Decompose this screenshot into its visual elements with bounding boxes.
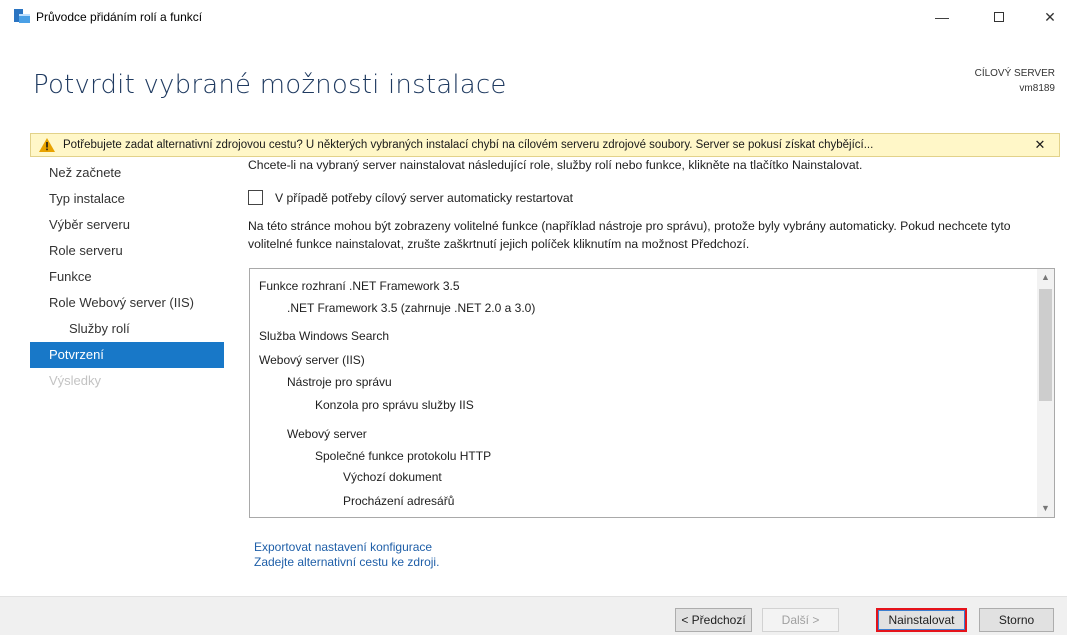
target-server-name: vm8189 [1019, 83, 1055, 94]
warning-text: Potřebujete zadat alternativní zdrojovou… [63, 139, 874, 151]
close-window-button[interactable]: ✕ [1033, 3, 1067, 31]
list-item: Výchozí dokument [343, 470, 442, 484]
alternate-source-link[interactable]: Zadejte alternativní cestu ke zdroji. [254, 555, 439, 569]
restart-option[interactable]: V případě potřeby cílový server automati… [248, 190, 573, 205]
target-server-label: CÍLOVÝ SERVER [974, 68, 1055, 79]
wizard-header: Potvrdit vybrané možnosti instalace CÍLO… [0, 34, 1067, 138]
selected-features-list[interactable]: Funkce rozhraní .NET Framework 3.5 .NET … [249, 268, 1055, 518]
minimize-button[interactable]: — [925, 3, 959, 31]
minimize-icon: — [935, 9, 949, 25]
nav-item-installation-type[interactable]: Typ instalace [30, 186, 224, 212]
install-button[interactable]: Nainstalovat [876, 608, 967, 632]
window-title: Průvodce přidáním rolí a funkcí [36, 10, 203, 24]
maximize-icon [994, 12, 1004, 22]
list-scrollbar[interactable]: ▲ ▼ [1037, 269, 1054, 517]
maximize-button[interactable] [982, 3, 1016, 31]
list-item: .NET Framework 3.5 (zahrnuje .NET 2.0 a … [287, 301, 536, 315]
list-item: Funkce rozhraní .NET Framework 3.5 [259, 279, 460, 293]
page-title: Potvrdit vybrané možnosti instalace [33, 70, 507, 100]
nav-item-role-services[interactable]: Služby rolí [30, 316, 224, 342]
close-icon: ✕ [1044, 8, 1056, 25]
list-item: Služba Windows Search [259, 329, 390, 343]
nav-item-server-selection[interactable]: Výběr serveru [30, 212, 224, 238]
restart-checkbox-label[interactable]: V případě potřeby cílový server automati… [275, 191, 573, 205]
list-item: Procházení adresářů [343, 494, 455, 508]
list-item: Společné funkce protokolu HTTP [315, 449, 492, 463]
list-item: Webový server (IIS) [259, 353, 365, 367]
nav-item-features[interactable]: Funkce [30, 264, 224, 290]
cancel-button[interactable]: Storno [979, 608, 1054, 632]
nav-item-before-you-begin[interactable]: Než začnete [30, 160, 224, 186]
intro-text: Chcete-li na vybraný server nainstalovat… [248, 158, 863, 172]
optional-features-note: Na této stránce mohou být zobrazeny voli… [248, 219, 1011, 251]
scroll-down-icon[interactable]: ▼ [1037, 500, 1054, 517]
wizard-steps-nav: Než začnete Typ instalace Výběr serveru … [30, 160, 224, 394]
nav-item-confirmation[interactable]: Potvrzení [30, 342, 224, 368]
restart-checkbox[interactable] [248, 190, 263, 205]
next-button: Další > [762, 608, 839, 632]
title-bar: Průvodce přidáním rolí a funkcí — ✕ [0, 0, 1067, 34]
scrollbar-thumb[interactable] [1039, 289, 1052, 401]
list-item: Nástroje pro správu [287, 375, 392, 389]
nav-item-results: Výsledky [49, 373, 102, 388]
nav-item-web-server-role[interactable]: Role Webový server (IIS) [30, 290, 224, 316]
nav-item-server-roles[interactable]: Role serveru [30, 238, 224, 264]
server-manager-icon [14, 9, 30, 23]
warning-icon [39, 138, 55, 152]
export-settings-link[interactable]: Exportovat nastavení konfigurace [254, 540, 432, 554]
warning-close-icon[interactable]: ✕ [1031, 137, 1049, 153]
scroll-up-icon[interactable]: ▲ [1037, 269, 1054, 286]
warning-banner[interactable]: Potřebujete zadat alternativní zdrojovou… [30, 133, 1060, 157]
list-item: Webový server [287, 427, 367, 441]
wizard-footer: < Předchozí Další > Nainstalovat Storno [0, 596, 1067, 635]
list-item: Konzola pro správu služby IIS [315, 398, 474, 412]
previous-button[interactable]: < Předchozí [675, 608, 752, 632]
